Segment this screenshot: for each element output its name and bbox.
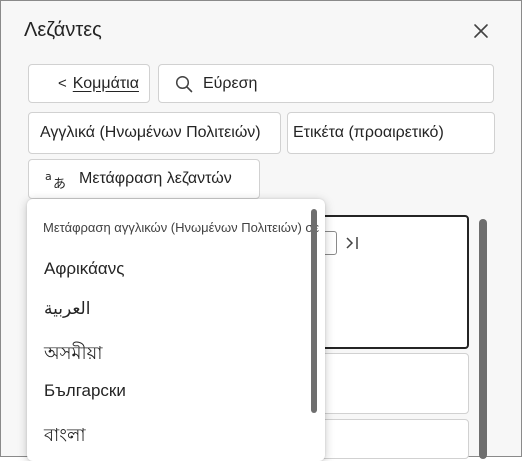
svg-text:あ: あ (53, 177, 66, 189)
close-button[interactable] (467, 17, 495, 45)
close-icon[interactable] (473, 23, 489, 39)
jump-to-end-icon[interactable] (343, 233, 363, 253)
search-icon (175, 75, 193, 92)
svg-text:a: a (45, 170, 52, 183)
search-field[interactable]: Εύρεση (158, 64, 494, 103)
language-dropdown[interactable]: Αγγλικά (Ηνωμένων Πολιτειών) (28, 112, 281, 154)
back-button-label: Κομμάτια (72, 74, 139, 92)
menu-scrollbar[interactable] (311, 209, 317, 413)
menu-item-language[interactable]: العربية (44, 299, 90, 319)
translate-language-menu: Μετάφραση αγγλικών (Ηνωμένων Πολιτειών) … (27, 199, 325, 461)
translate-captions-label: Μετάφραση λεζαντών (79, 170, 232, 187)
captions-pane: Λεζάντες < Κομμάτια Εύρεση Αγγλικά (Ηνωμ… (0, 0, 522, 461)
tag-field[interactable]: Ετικέτα (προαιρετικό) (287, 112, 495, 154)
back-to-segments-button[interactable]: < Κομμάτια (28, 64, 150, 103)
caption-segment[interactable] (301, 353, 469, 414)
caption-segment[interactable] (301, 419, 469, 459)
menu-header: Μετάφραση αγγλικών (Ηνωμένων Πολιτειών) … (43, 220, 320, 235)
chevron-left-icon: < (58, 75, 67, 92)
translate-captions-button[interactable]: a あ Μετάφραση λεζαντών (28, 159, 260, 199)
translate-icon: a あ (45, 170, 66, 189)
menu-item-language[interactable]: Български (44, 381, 126, 401)
editor-scrollbar[interactable] (479, 219, 487, 459)
search-label: Εύρεση (203, 74, 258, 92)
menu-item-language[interactable]: Αφρικάανς (44, 259, 124, 279)
menu-item-language[interactable]: বাংলা (44, 421, 86, 452)
pane-title: Λεζάντες (24, 19, 102, 41)
menu-item-language[interactable]: অসমীয়া (44, 339, 102, 370)
